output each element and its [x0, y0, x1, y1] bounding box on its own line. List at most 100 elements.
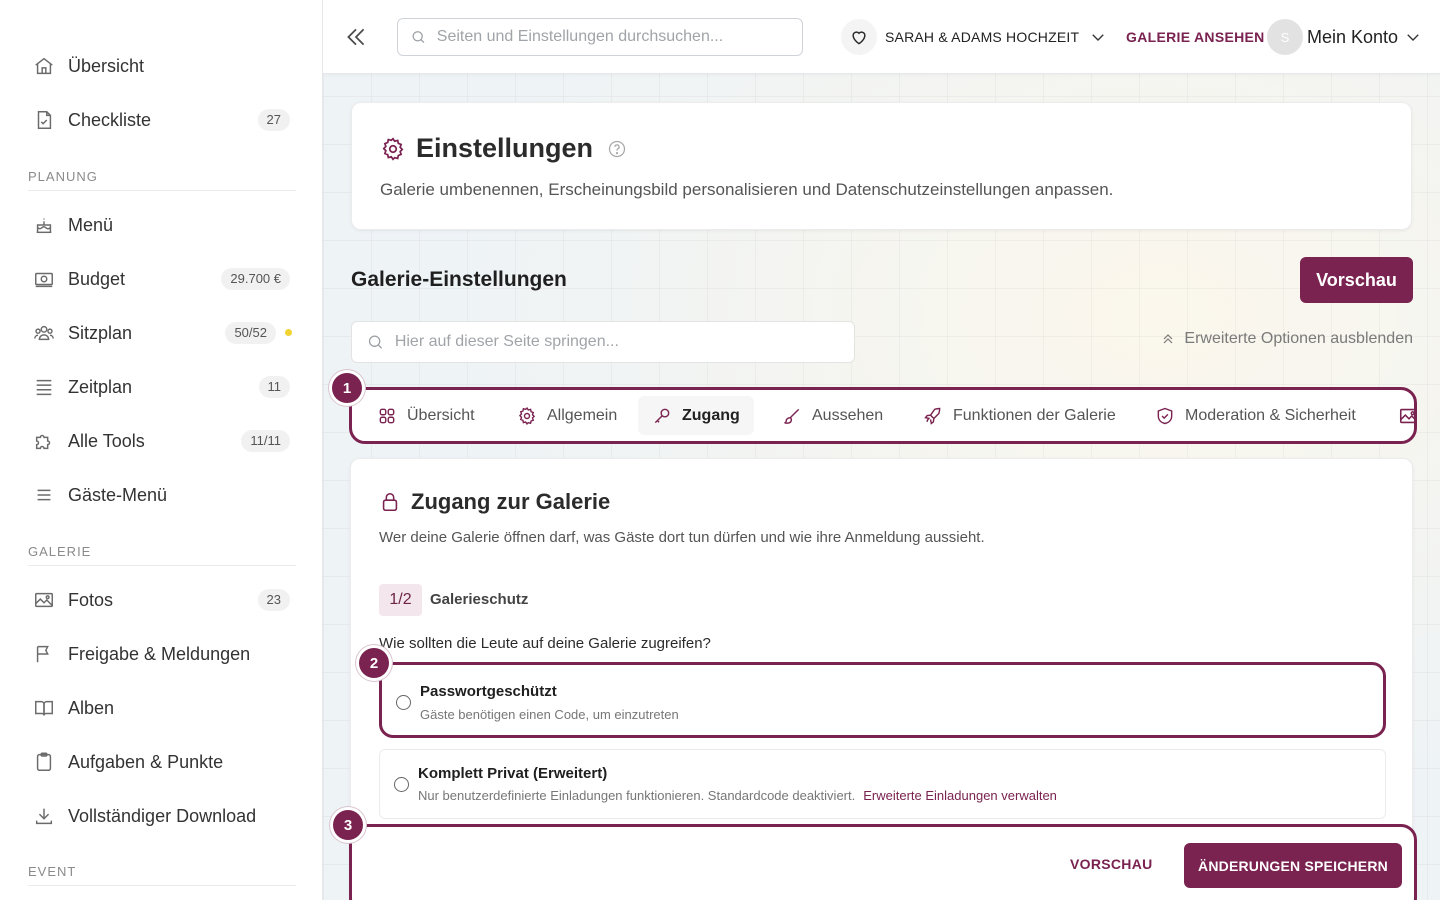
main-content: SARAH & ADAMS HOCHZEIT GALERIE ANSEHEN S…	[323, 0, 1440, 900]
account-menu[interactable]: S Mein Konto	[1267, 19, 1422, 55]
event-name: SARAH & ADAMS HOCHZEIT	[885, 29, 1080, 45]
advanced-options-toggle[interactable]: Erweiterte Optionen ausblenden	[1160, 330, 1413, 348]
view-gallery-link[interactable]: GALERIE ANSEHEN	[1126, 29, 1265, 45]
cake-icon	[32, 213, 56, 237]
sidebar-item-overview[interactable]: Übersicht	[22, 46, 300, 86]
sidebar-item-photos[interactable]: Fotos 23	[22, 580, 300, 620]
account-label: Mein Konto	[1307, 26, 1399, 47]
tab-appearance[interactable]: Aussehen	[768, 396, 897, 435]
tab-gallery-features[interactable]: Funktionen der Galerie	[909, 396, 1130, 435]
sidebar-item-label: Alben	[68, 697, 115, 718]
clipboard-icon	[32, 750, 56, 774]
step-badge: 2	[359, 648, 389, 678]
avatar: S	[1267, 19, 1303, 55]
sidebar-item-label: Gäste-Menü	[68, 484, 168, 505]
preview-button[interactable]: Vorschau	[1300, 257, 1413, 303]
count-badge: 23	[257, 589, 290, 611]
option-title: Passwortgeschützt	[420, 683, 557, 700]
sidebar-item-all-tools[interactable]: Alle Tools 11/11	[22, 421, 300, 461]
step-label: Galerieschutz	[430, 591, 529, 608]
help-icon[interactable]	[607, 139, 627, 159]
save-changes-button[interactable]: ÄNDERUNGEN SPEICHERN	[1184, 843, 1402, 888]
gear-icon	[518, 406, 536, 425]
tab-general[interactable]: Allgemein	[503, 396, 631, 435]
count-badge: 11	[258, 376, 290, 398]
option-password-protected[interactable]: Passwortgeschützt Gäste benötigen einen …	[379, 662, 1386, 738]
sidebar-item-guest-menu[interactable]: Gäste-Menü	[22, 475, 300, 515]
collapse-sidebar-button[interactable]	[343, 24, 371, 52]
sidebar-item-menu[interactable]: Menü	[22, 205, 300, 245]
money-icon	[32, 267, 56, 291]
page-search-input[interactable]	[394, 333, 854, 351]
double-chevron-up-icon	[1163, 334, 1173, 344]
radio-button[interactable]	[394, 777, 409, 792]
sidebar-item-label: Zeitplan	[68, 376, 133, 397]
section-title-planning: PLANUNG	[28, 169, 98, 184]
access-description: Wer deine Galerie öffnen darf, was Gäste…	[379, 529, 985, 546]
image-icon	[32, 588, 56, 612]
page-description: Galerie umbenennen, Erscheinungsbild per…	[380, 180, 1114, 199]
menu-icon	[32, 483, 56, 507]
sidebar-item-tasks-points[interactable]: Aufgaben & Punkte	[22, 742, 300, 782]
sidebar-item-label: Sitzplan	[68, 322, 133, 343]
people-icon	[32, 321, 56, 345]
section-divider	[28, 885, 296, 886]
step-badge: 1	[332, 373, 362, 403]
chevron-down-icon	[1092, 34, 1104, 41]
sidebar-item-albums[interactable]: Alben	[22, 688, 300, 728]
footer-preview-button[interactable]: VORSCHAU	[1070, 856, 1153, 872]
advanced-options-label: Erweiterte Optionen ausblenden	[1184, 330, 1413, 347]
sidebar-item-sharing-reports[interactable]: Freigabe & Meldungen	[22, 634, 300, 674]
sidebar-item-label: Alle Tools	[68, 430, 145, 451]
timeline-icon	[32, 375, 56, 399]
tab-more[interactable]	[1384, 396, 1414, 435]
sidebar-item-checklist[interactable]: Checkliste 27	[22, 100, 300, 140]
count-badge: 27	[257, 109, 290, 131]
grid-icon	[379, 408, 395, 423]
global-search	[397, 18, 803, 56]
sidebar-item-label: Fotos	[68, 589, 114, 610]
global-search-input[interactable]	[436, 28, 802, 46]
page-title: Einstellungen	[416, 133, 594, 163]
page-search	[351, 321, 855, 363]
event-selector[interactable]: SARAH & ADAMS HOCHZEIT	[841, 18, 1107, 56]
option-fully-private[interactable]: Komplett Privat (Erweitert) Nur benutzer…	[379, 749, 1386, 819]
sidebar-item-label: Übersicht	[68, 55, 145, 76]
flag-icon	[32, 642, 56, 666]
key-icon	[654, 408, 670, 423]
action-footer: VORSCHAU ÄNDERUNGEN SPEICHERN	[349, 824, 1417, 900]
download-icon	[32, 804, 56, 828]
search-icon	[412, 31, 425, 44]
settings-tabs: Übersicht Allgemein Zugang Aussehen Funk…	[349, 387, 1417, 444]
option-title: Komplett Privat (Erweitert)	[418, 765, 608, 782]
sidebar-item-label: Budget	[68, 268, 126, 289]
tab-label: Aussehen	[812, 406, 884, 424]
section-title-event: EVENT	[28, 864, 77, 879]
home-icon	[32, 54, 56, 78]
sidebar-item-label: Vollständiger Download	[68, 805, 257, 826]
tab-overview[interactable]: Übersicht	[363, 396, 489, 435]
image-icon	[1399, 408, 1414, 423]
radio-button[interactable]	[396, 695, 411, 710]
option-description: Gäste benötigen einen Code, um einzutret…	[420, 707, 679, 722]
sidebar-item-budget[interactable]: Budget 29.700 €	[22, 259, 300, 299]
status-dot	[285, 329, 292, 336]
chevron-down-icon	[1407, 34, 1419, 41]
tab-label: Allgemein	[547, 406, 618, 424]
tab-label: Übersicht	[407, 406, 475, 424]
sidebar-item-timeline[interactable]: Zeitplan 11	[22, 367, 300, 407]
count-badge: 29.700 €	[221, 268, 290, 290]
puzzle-icon	[32, 429, 56, 453]
step-indicator: 1/2	[379, 584, 422, 616]
brush-icon	[784, 408, 800, 424]
tab-moderation-security[interactable]: Moderation & Sicherheit	[1141, 396, 1370, 435]
access-title: Zugang zur Galerie	[411, 489, 611, 514]
sidebar-item-seating[interactable]: Sitzplan 50/52	[22, 313, 300, 353]
tab-label: Zugang	[682, 406, 740, 424]
settings-header-card: Einstellungen Galerie umbenennen, Ersche…	[351, 102, 1412, 230]
sidebar-item-full-download[interactable]: Vollständiger Download	[22, 796, 300, 836]
manage-invites-link[interactable]: Erweiterte Einladungen verwalten	[863, 788, 1057, 803]
option-description-text: Nur benutzerdefinierte Einladungen funkt…	[418, 788, 856, 803]
tab-access[interactable]: Zugang	[638, 396, 754, 435]
topbar: SARAH & ADAMS HOCHZEIT GALERIE ANSEHEN S…	[323, 0, 1440, 74]
